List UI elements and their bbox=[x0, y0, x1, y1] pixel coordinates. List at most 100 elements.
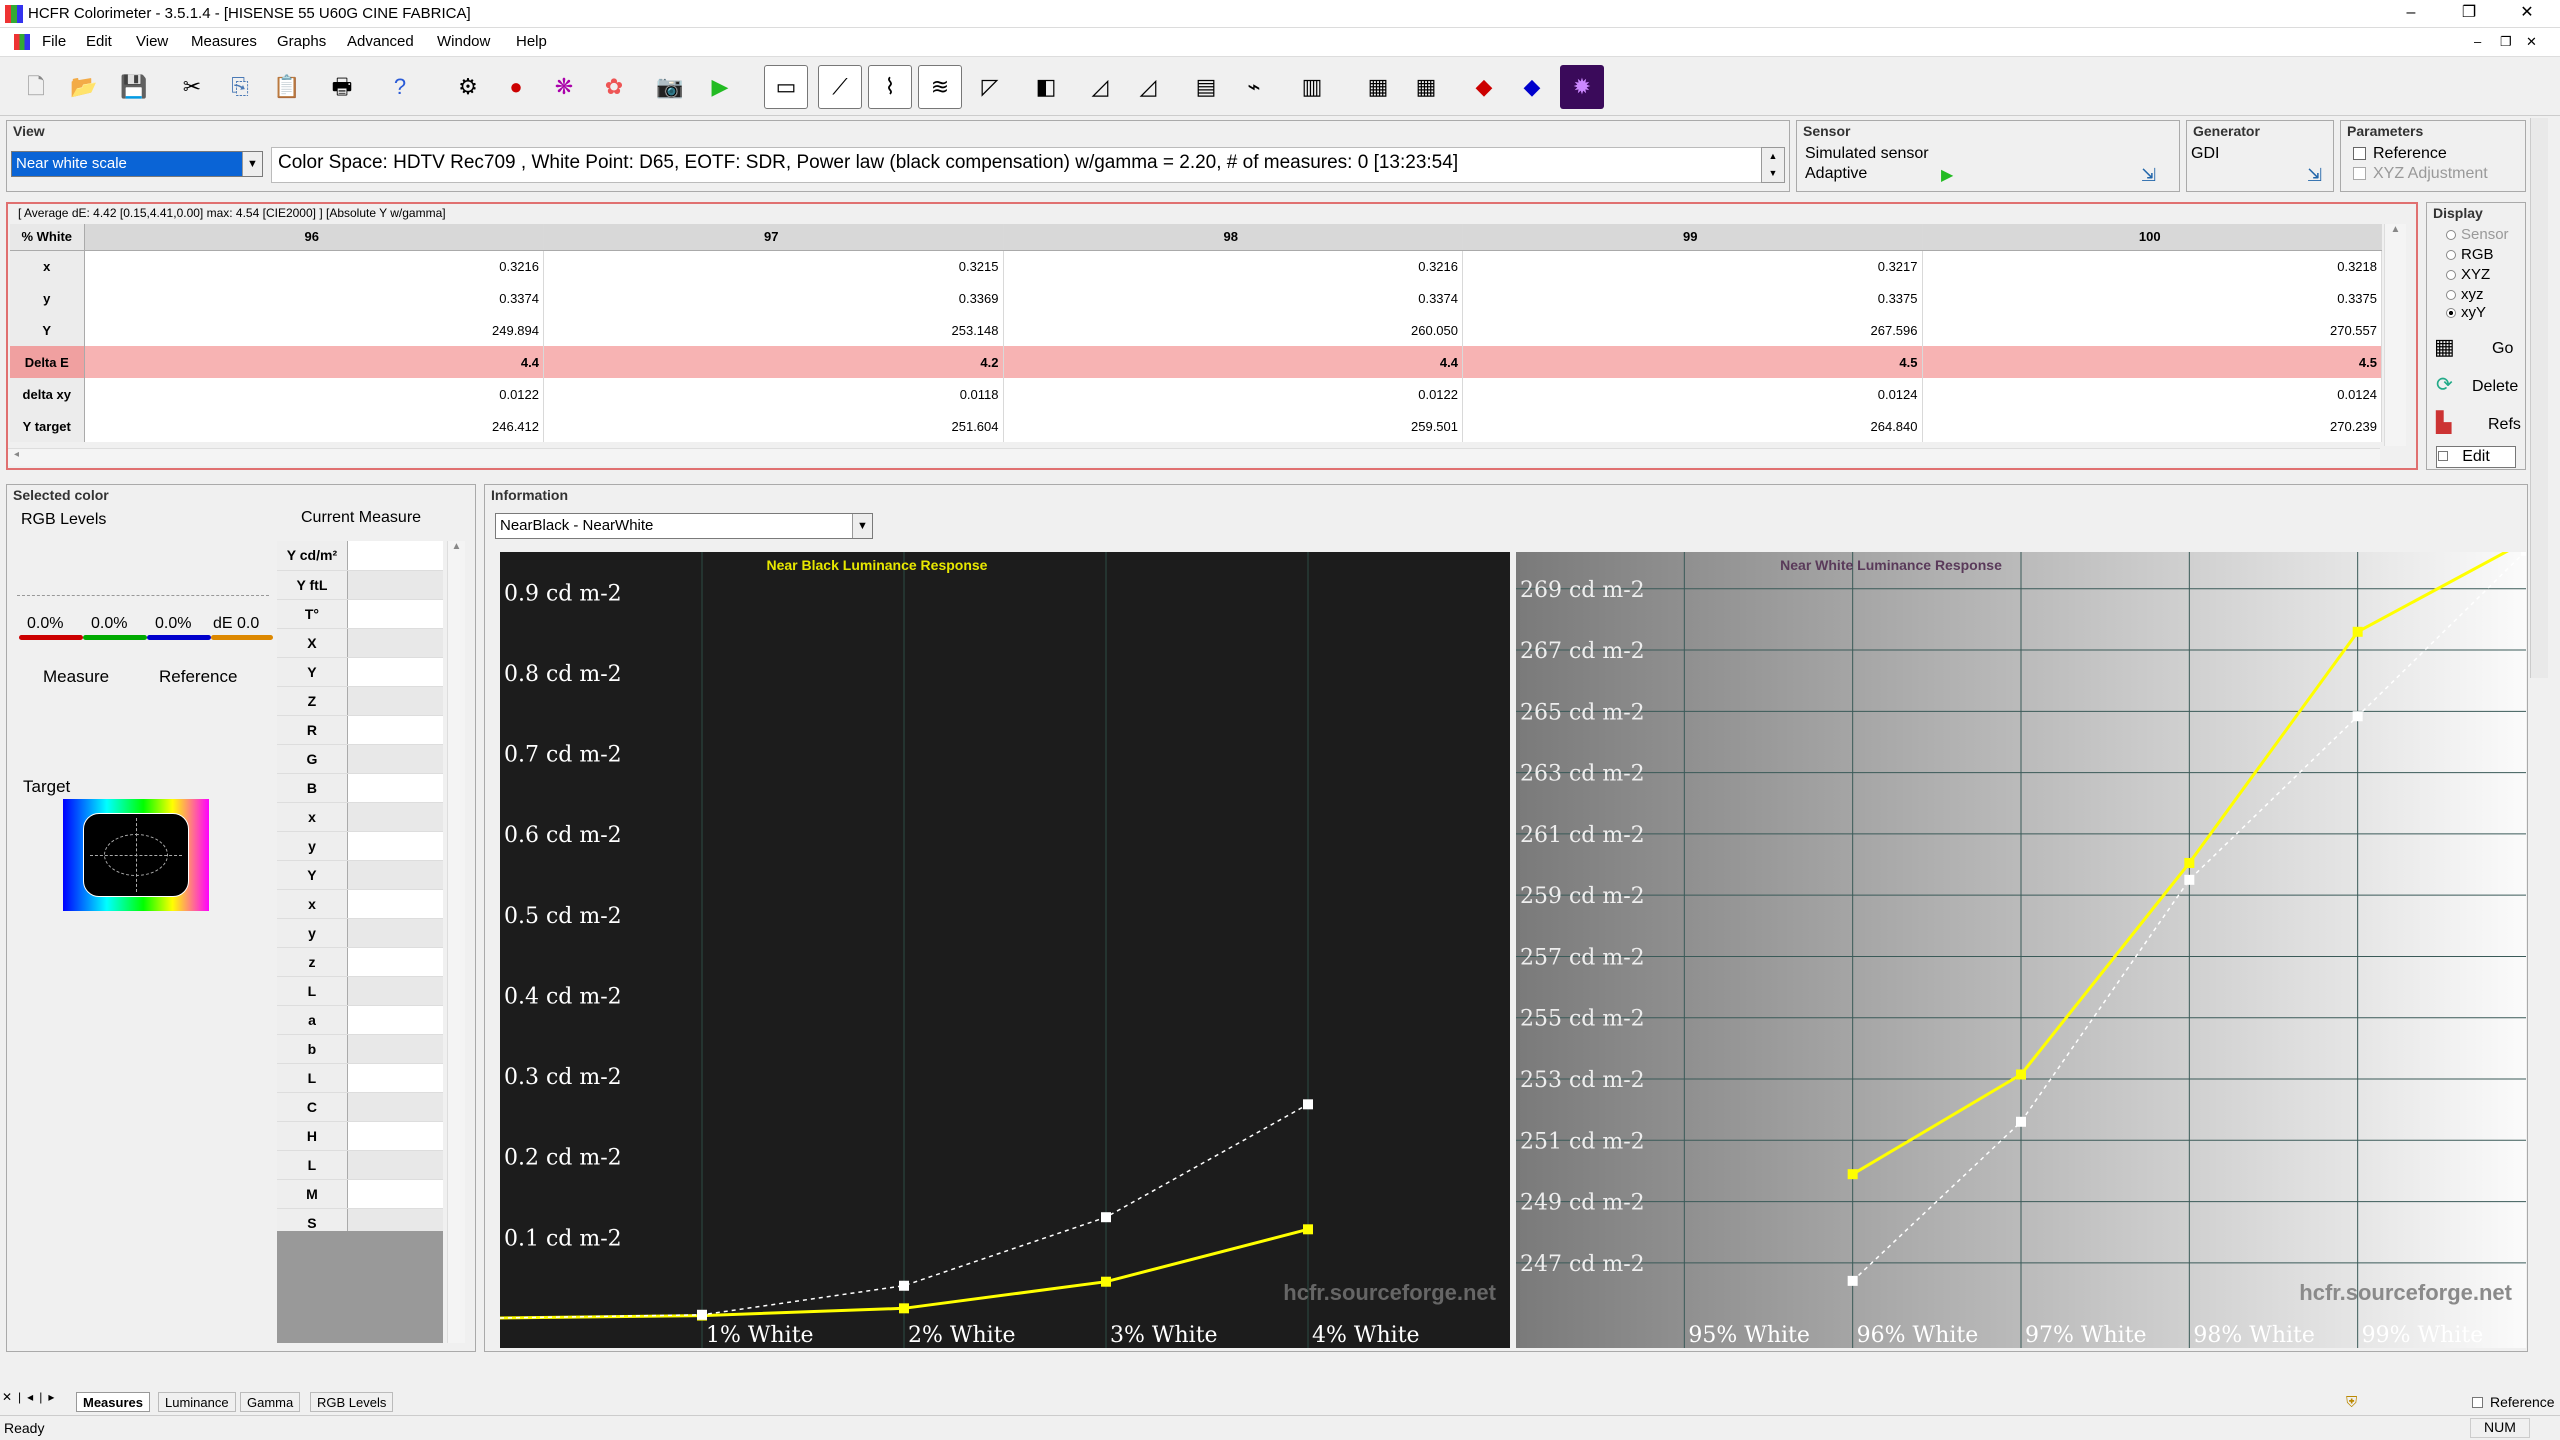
xyz-adjustment-checkbox[interactable] bbox=[2353, 167, 2366, 180]
menu-advanced[interactable]: Advanced bbox=[347, 33, 414, 50]
mdi-restore-button[interactable]: ❐ bbox=[2500, 34, 2512, 50]
table-cell[interactable]: 4.4 bbox=[84, 346, 544, 378]
table-cell[interactable]: 249.894 bbox=[84, 314, 544, 346]
display-option-xyz-lower[interactable]: xyz bbox=[2446, 286, 2484, 303]
table-cell[interactable]: 4.5 bbox=[1922, 346, 2382, 378]
table-cell[interactable]: 0.3216 bbox=[84, 250, 544, 282]
display-option-sensor[interactable]: Sensor bbox=[2446, 226, 2509, 243]
minimize-button[interactable]: – bbox=[2382, 0, 2440, 28]
tab-nav-buttons[interactable]: ✕|◂|▸ bbox=[2, 1390, 66, 1412]
table-cell[interactable]: 0.0124 bbox=[1922, 378, 2382, 410]
view-mode-select[interactable]: Near white scale ▼ bbox=[11, 151, 263, 177]
measure-row-value[interactable] bbox=[347, 1150, 443, 1180]
menu-view[interactable]: View bbox=[136, 33, 168, 50]
menu-file[interactable]: File bbox=[42, 33, 66, 50]
table-cell[interactable]: 0.3216 bbox=[1003, 250, 1463, 282]
open-folder-icon[interactable]: 📂 bbox=[62, 65, 106, 109]
generator-config-icon[interactable]: ⇲ bbox=[2307, 165, 2322, 186]
delete-button[interactable]: ⟳ Delete bbox=[2432, 370, 2528, 402]
view-grayscale-icon[interactable]: ▤ bbox=[1184, 65, 1228, 109]
table-cell[interactable]: 0.3369 bbox=[543, 282, 1004, 314]
view-sat2-icon[interactable]: ◿ bbox=[1126, 65, 1170, 109]
play-icon[interactable]: ▶ bbox=[698, 65, 742, 109]
graph-select[interactable]: NearBlack - NearWhite ▼ bbox=[495, 513, 873, 539]
table-cell[interactable]: 253.148 bbox=[543, 314, 1004, 346]
table-cell[interactable]: 4.5 bbox=[1462, 346, 1923, 378]
display-option-xyy[interactable]: xyY bbox=[2446, 304, 2486, 321]
view-rgb-icon[interactable]: ≋ bbox=[918, 65, 962, 109]
table-cell[interactable]: 246.412 bbox=[84, 410, 544, 442]
view-monitor-icon[interactable]: ▥ bbox=[1290, 65, 1334, 109]
menu-help[interactable]: Help bbox=[516, 33, 547, 50]
mdi-close-button[interactable]: ✕ bbox=[2526, 34, 2537, 50]
table-hscroll[interactable]: ◂ bbox=[8, 448, 2380, 466]
measure-row-value[interactable] bbox=[347, 599, 443, 629]
menu-window[interactable]: Window bbox=[437, 33, 490, 50]
table-cell[interactable]: 0.0122 bbox=[1003, 378, 1463, 410]
measure-row-value[interactable] bbox=[347, 1121, 443, 1151]
tab-rgb-levels[interactable]: RGB Levels bbox=[310, 1392, 394, 1412]
measure-row-value[interactable] bbox=[347, 889, 443, 919]
measure-row-value[interactable] bbox=[347, 1063, 443, 1093]
column-header[interactable]: 96 bbox=[84, 224, 544, 251]
measure-row-value[interactable] bbox=[347, 1034, 443, 1064]
reference-checkbox[interactable] bbox=[2353, 147, 2366, 160]
save-icon[interactable]: 💾 bbox=[112, 65, 156, 109]
table-cell[interactable]: 0.0118 bbox=[543, 378, 1004, 410]
measure-row-value[interactable] bbox=[347, 831, 443, 861]
table-cell[interactable]: 0.3217 bbox=[1462, 250, 1923, 282]
menu-measures[interactable]: Measures bbox=[191, 33, 257, 50]
close-button[interactable]: ✕ bbox=[2498, 0, 2556, 28]
measure-table-scrollbar[interactable]: ▲ bbox=[447, 541, 465, 1343]
table-cell[interactable]: 270.239 bbox=[1922, 410, 2382, 442]
table-cell[interactable]: 0.3375 bbox=[1462, 282, 1923, 314]
table-vscroll[interactable]: ▲ bbox=[2384, 224, 2406, 446]
table-cell[interactable]: 264.840 bbox=[1462, 410, 1923, 442]
view-gamma-icon[interactable]: ⌇ bbox=[868, 65, 912, 109]
edit-checkbox[interactable] bbox=[2438, 451, 2448, 461]
logo-icon[interactable]: ✹ bbox=[1560, 65, 1604, 109]
print-icon[interactable]: 🖶 bbox=[320, 65, 364, 109]
table-cell[interactable]: 267.596 bbox=[1462, 314, 1923, 346]
measure-row-value[interactable] bbox=[347, 715, 443, 745]
measure-row-value[interactable] bbox=[347, 773, 443, 803]
go-button[interactable]: ▦ Go bbox=[2432, 332, 2528, 364]
paste-icon[interactable]: 📋 bbox=[265, 65, 309, 109]
table-cell[interactable]: 0.3374 bbox=[84, 282, 544, 314]
cut-icon[interactable]: ✂ bbox=[170, 65, 214, 109]
view-cie-icon[interactable]: ◸ bbox=[968, 65, 1012, 109]
view-measures-icon[interactable]: ▭ bbox=[764, 65, 808, 109]
colors-icon[interactable]: ❋ bbox=[542, 65, 586, 109]
view-colortemp-icon[interactable]: ⌁ bbox=[1232, 65, 1276, 109]
table-cell[interactable]: 0.0124 bbox=[1462, 378, 1923, 410]
table-cell[interactable]: 259.501 bbox=[1003, 410, 1463, 442]
measure-row-value[interactable] bbox=[347, 657, 443, 687]
measure-row-value[interactable] bbox=[347, 570, 443, 600]
measure-row-value[interactable] bbox=[347, 947, 443, 977]
table-cell[interactable]: 260.050 bbox=[1003, 314, 1463, 346]
tab-gamma[interactable]: Gamma bbox=[240, 1392, 301, 1412]
measure-row-value[interactable] bbox=[347, 744, 443, 774]
measure-row-value[interactable] bbox=[347, 918, 443, 948]
measure-row-value[interactable] bbox=[347, 976, 443, 1006]
display-option-xyz[interactable]: XYZ bbox=[2446, 266, 2490, 283]
mdi-minimize-button[interactable]: – bbox=[2474, 34, 2481, 49]
table-cell[interactable]: 270.557 bbox=[1922, 314, 2382, 346]
film2-icon[interactable]: ▦ bbox=[1404, 65, 1448, 109]
near-white-chart[interactable]: 95% White 96% White 97% White 98% White 99% … bbox=[1516, 552, 2526, 1348]
measure-row-value[interactable] bbox=[347, 1092, 443, 1122]
sensor-probe-icon[interactable]: ⚙ bbox=[446, 65, 490, 109]
measure-row-value[interactable] bbox=[347, 860, 443, 890]
table-cell[interactable]: 0.0122 bbox=[84, 378, 544, 410]
column-header[interactable]: 97 bbox=[543, 224, 1004, 251]
sensor-play-icon[interactable]: ▶ bbox=[1941, 165, 1953, 185]
table-cell[interactable]: 0.3375 bbox=[1922, 282, 2382, 314]
new-file-icon[interactable]: 🗋 bbox=[14, 65, 58, 109]
view-chart-icon[interactable]: ◧ bbox=[1024, 65, 1068, 109]
menu-graphs[interactable]: Graphs bbox=[277, 33, 326, 50]
view-spin-button[interactable]: ▲ ▼ bbox=[1761, 147, 1785, 183]
sensor-config-icon[interactable]: ⇲ bbox=[2141, 165, 2156, 186]
near-black-chart[interactable]: 1% White 2% White 3% White 4% White 0.1 cd m… bbox=[500, 552, 1510, 1348]
edit-button[interactable]: Edit bbox=[2436, 446, 2516, 468]
cube-icon[interactable]: ◆ bbox=[1462, 65, 1506, 109]
